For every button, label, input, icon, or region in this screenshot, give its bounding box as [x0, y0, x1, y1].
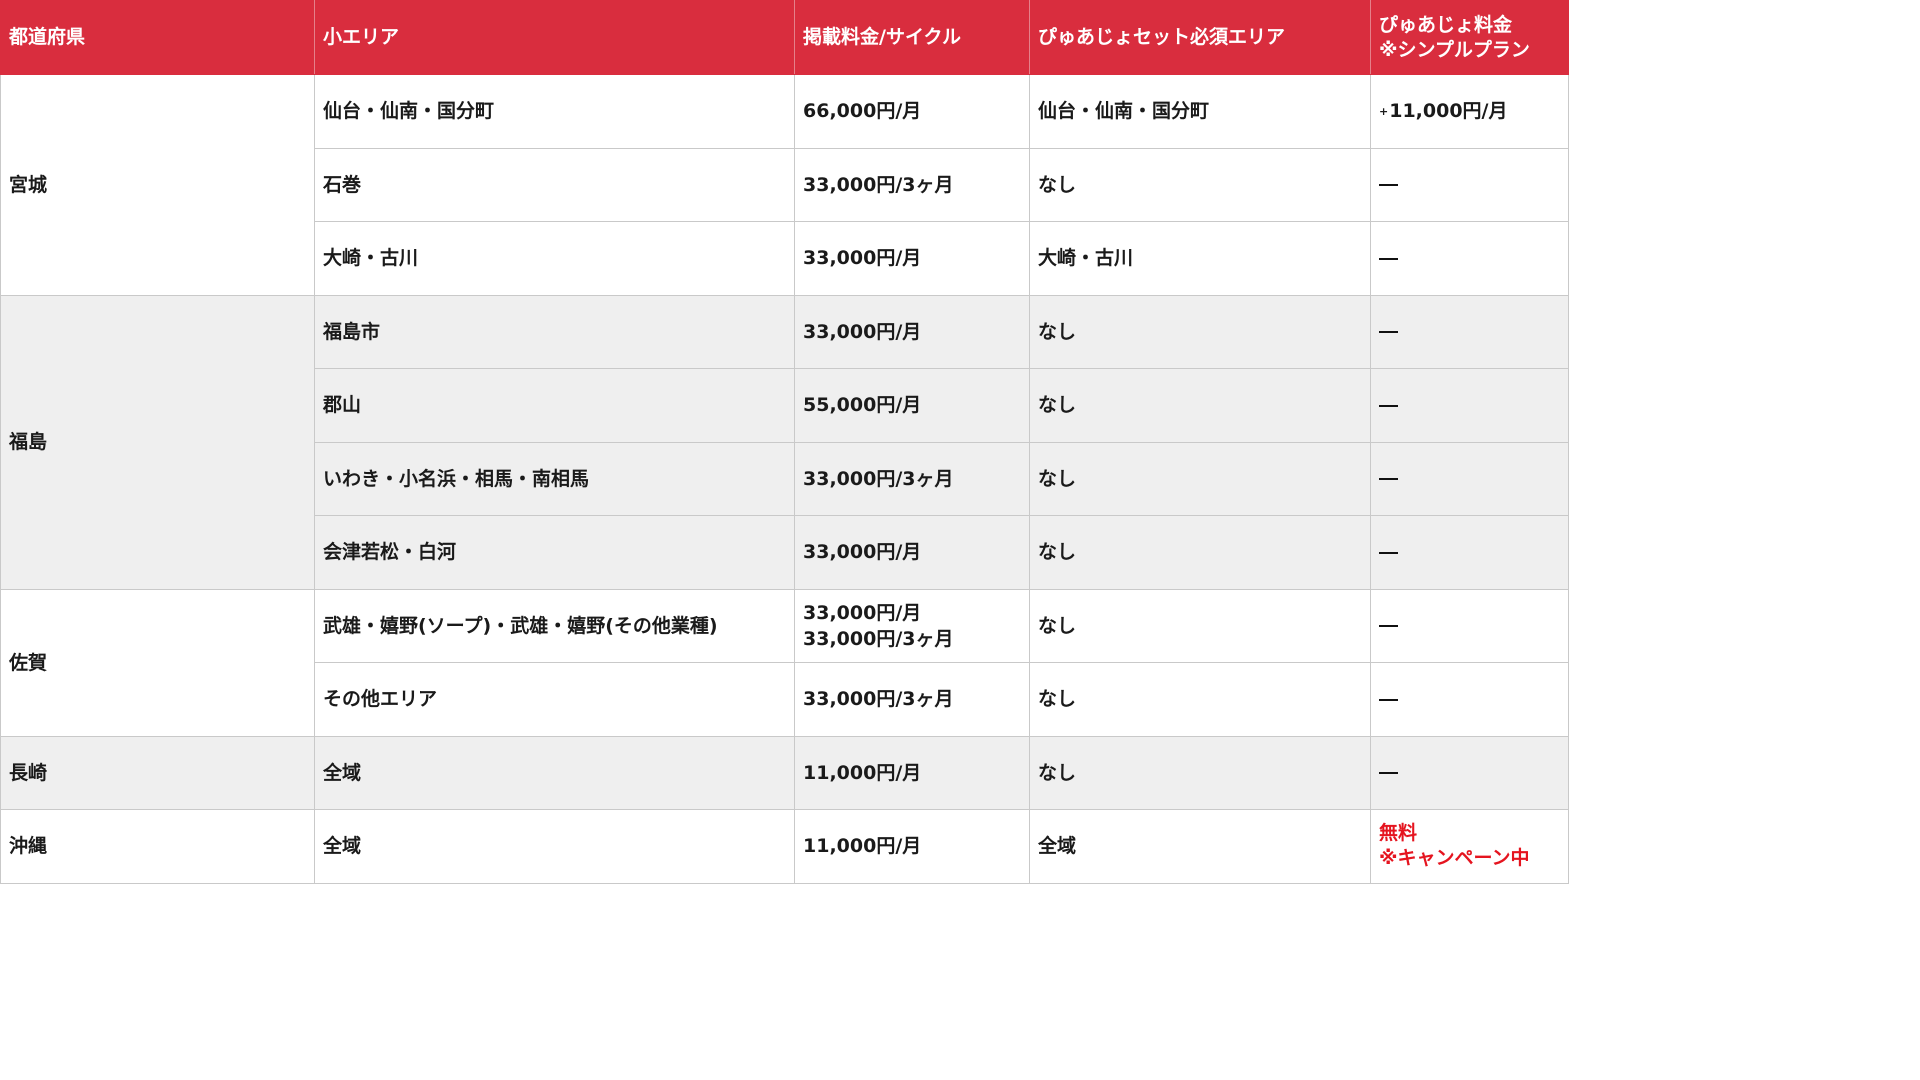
pyuajo-fee-cell	[1370, 515, 1569, 590]
header-sub-area: 小エリア	[314, 0, 795, 75]
prefecture-cell: 沖縄	[0, 809, 315, 884]
em-dash-icon	[1379, 478, 1398, 481]
em-dash-icon	[1379, 257, 1398, 260]
pyuajo-fee-cell	[1370, 294, 1569, 369]
required-area-cell: なし	[1029, 441, 1371, 516]
pricing-table: 都道府県 小エリア 掲載料金/サイクル ぴゅあじょセット必須エリア ぴゅあじょ料…	[0, 0, 1569, 884]
table-body: 宮城 仙台・仙南・国分町 66,000円/月 仙台・仙南・国分町 +11,000円/月石…	[0, 74, 1569, 884]
em-dash-icon	[1379, 184, 1398, 187]
header-row: 都道府県 小エリア 掲載料金/サイクル ぴゅあじょセット必須エリア ぴゅあじょ料…	[0, 0, 1569, 75]
required-area-cell: 仙台・仙南・国分町	[1029, 74, 1371, 149]
required-area-cell: なし	[1029, 147, 1371, 222]
pyuajo-fee-cell: +11,000円/月	[1370, 74, 1569, 149]
sub-area-cell: いわき・小名浜・相馬・南相馬	[314, 441, 795, 516]
required-area-cell: なし	[1029, 294, 1371, 369]
required-area-cell: 全域	[1029, 809, 1371, 884]
table-row: 長崎 全域 11,000円/月 なし	[0, 735, 1569, 810]
prefecture-cell: 佐賀	[0, 588, 315, 737]
pyuajo-fee-cell	[1370, 588, 1569, 663]
header-prefecture: 都道府県	[0, 0, 315, 75]
em-dash-icon	[1379, 331, 1398, 334]
campaign-fee-text: 無料 ※キャンペーン中	[1379, 822, 1530, 870]
prefecture-cell: 宮城	[0, 74, 315, 296]
listing-fee-cell: 33,000円/3ヶ月	[794, 662, 1030, 737]
em-dash-icon	[1379, 625, 1398, 628]
listing-fee-cell: 33,000円/月	[794, 515, 1030, 590]
em-dash-icon	[1379, 772, 1398, 775]
required-area-cell: なし	[1029, 368, 1371, 443]
table-header: 都道府県 小エリア 掲載料金/サイクル ぴゅあじょセット必須エリア ぴゅあじょ料…	[0, 0, 1569, 75]
header-pyuajo-fee: ぴゅあじょ料金 ※シンプルプラン	[1370, 0, 1569, 75]
required-area-cell: なし	[1029, 588, 1371, 663]
sub-area-cell: 郡山	[314, 368, 795, 443]
pyuajo-fee-cell	[1370, 441, 1569, 516]
em-dash-icon	[1379, 551, 1398, 554]
pyuajo-fee-cell	[1370, 221, 1569, 296]
sub-area-cell: その他エリア	[314, 662, 795, 737]
required-area-cell: なし	[1029, 662, 1371, 737]
sub-area-cell: 会津若松・白河	[314, 515, 795, 590]
listing-fee-cell: 55,000円/月	[794, 368, 1030, 443]
table-row: 佐賀 武雄・嬉野(ソープ)・武雄・嬉野(その他業種) 33,000円/月 33,00…	[0, 588, 1569, 737]
table-row: 福島 福島市 33,000円/月 なし	[0, 294, 1569, 590]
pyuajo-fee-cell	[1370, 368, 1569, 443]
listing-fee-cell: 33,000円/3ヶ月	[794, 441, 1030, 516]
sub-area-cell: 全域	[314, 809, 795, 884]
em-dash-icon	[1379, 404, 1398, 407]
sub-area-cell: 仙台・仙南・国分町	[314, 74, 795, 149]
listing-fee-cell: 33,000円/月	[794, 294, 1030, 369]
required-area-cell: なし	[1029, 515, 1371, 590]
em-dash-icon	[1379, 698, 1398, 701]
required-area-cell: 大崎・古川	[1029, 221, 1371, 296]
header-pyuajo-required-area: ぴゅあじょセット必須エリア	[1029, 0, 1371, 75]
sub-area-cell: 石巻	[314, 147, 795, 222]
listing-fee-cell: 33,000円/月	[794, 221, 1030, 296]
table-row: 沖縄 全域 11,000円/月 全域 無料 ※キャンペーン中	[0, 809, 1569, 884]
required-area-cell: なし	[1029, 735, 1371, 810]
pyuajo-fee-cell: 無料 ※キャンペーン中	[1370, 809, 1569, 884]
pyuajo-fee-text: 11,000円/月	[1389, 100, 1508, 122]
sub-area-cell: 全域	[314, 735, 795, 810]
plus-prefix: +	[1379, 104, 1389, 118]
sub-area-cell: 大崎・古川	[314, 221, 795, 296]
prefecture-cell: 長崎	[0, 735, 315, 810]
table-row: 宮城 仙台・仙南・国分町 66,000円/月 仙台・仙南・国分町 +11,000円/月	[0, 74, 1569, 296]
pyuajo-fee-cell	[1370, 662, 1569, 737]
listing-fee-cell: 33,000円/3ヶ月	[794, 147, 1030, 222]
listing-fee-cell: 11,000円/月	[794, 809, 1030, 884]
listing-fee-cell: 66,000円/月	[794, 74, 1030, 149]
sub-area-cell: 武雄・嬉野(ソープ)・武雄・嬉野(その他業種)	[314, 588, 795, 663]
pyuajo-fee-cell	[1370, 735, 1569, 810]
listing-fee-cell: 11,000円/月	[794, 735, 1030, 810]
header-listing-fee: 掲載料金/サイクル	[794, 0, 1030, 75]
pyuajo-fee-cell	[1370, 147, 1569, 222]
listing-fee-cell: 33,000円/月 33,000円/3ヶ月	[794, 588, 1030, 663]
prefecture-cell: 福島	[0, 294, 315, 590]
sub-area-cell: 福島市	[314, 294, 795, 369]
